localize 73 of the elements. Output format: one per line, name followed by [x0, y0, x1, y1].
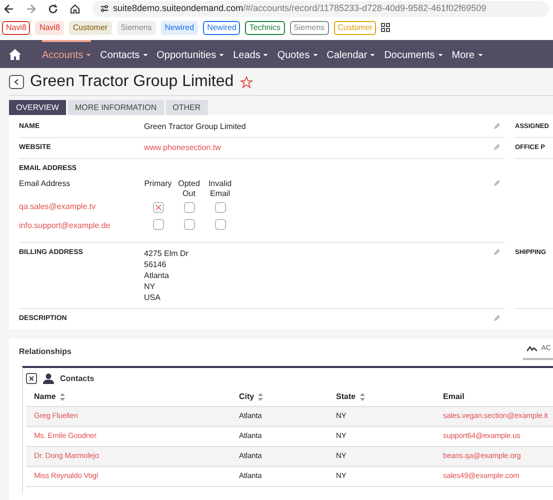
nav-menu-item[interactable]: Accounts: [42, 40, 92, 68]
column-header: Primary: [144, 179, 172, 189]
caret-icon: [438, 54, 443, 56]
tab[interactable]: OTHER: [166, 100, 208, 115]
panel-title: Relationships: [19, 346, 72, 358]
caret-icon: [219, 54, 224, 56]
checkbox[interactable]: [214, 202, 226, 213]
address-line: 56146: [144, 259, 168, 270]
checkbox[interactable]: [184, 202, 194, 213]
close-icon: [29, 376, 34, 381]
checkbox[interactable]: [152, 202, 164, 213]
bookmark-tag[interactable]: Newired: [203, 20, 240, 34]
nav-menu-item[interactable]: Calendar: [326, 40, 376, 68]
checkbox[interactable]: [214, 219, 226, 230]
apps-grid-icon[interactable]: [381, 23, 390, 32]
sort-icon[interactable]: [360, 393, 365, 401]
caret-icon: [370, 54, 376, 56]
bookmark-tag[interactable]: Navi8: [35, 20, 64, 34]
subpanel-title: Contacts: [60, 372, 94, 384]
edit-icon[interactable]: [493, 143, 500, 151]
bookmark-tag[interactable]: Siemens: [290, 20, 329, 34]
back-button[interactable]: [9, 75, 24, 89]
column-header: Email Address: [19, 179, 72, 189]
back-icon[interactable]: [4, 4, 14, 14]
caret-icon: [263, 54, 268, 56]
nav-menu-item[interactable]: Contacts: [100, 40, 148, 68]
column-header: Opted Out: [177, 179, 201, 199]
sort-icon[interactable]: [258, 393, 264, 401]
site-settings-icon[interactable]: [100, 4, 109, 13]
website-link[interactable]: www.phonesection.tw: [144, 143, 221, 152]
address-line: 4275 Elm Dr: [144, 248, 190, 259]
bookmark-tag[interactable]: Navi8: [2, 20, 30, 34]
bookmark-tag[interactable]: Newired: [160, 20, 198, 34]
edit-icon[interactable]: [493, 314, 500, 322]
caret-icon: [142, 54, 148, 56]
nav-menu-item[interactable]: Opportunities: [156, 40, 224, 68]
nav-menu-item[interactable]: Quotes: [277, 40, 318, 68]
email-link[interactable]: info.support@example.de: [19, 213, 144, 231]
bookmark-tag[interactable]: Siemens: [116, 20, 156, 34]
close-button[interactable]: [26, 373, 37, 384]
reload-icon[interactable]: [48, 4, 58, 14]
address-line: USA: [144, 292, 162, 303]
nav-menu-item[interactable]: More: [452, 40, 483, 68]
column-header[interactable]: State: [336, 391, 356, 403]
nav-menu-item[interactable]: Leads: [233, 40, 268, 68]
caret-icon: [86, 54, 92, 56]
edit-icon[interactable]: [493, 122, 500, 130]
chevron-left-icon: [14, 79, 19, 85]
bookmark-tag[interactable]: Customer: [68, 20, 112, 34]
home-icon[interactable]: [70, 4, 80, 14]
record-title: Green Tractor Group Limited: [30, 72, 234, 92]
column-header: Invalid Email: [207, 179, 233, 199]
star-icon[interactable]: [240, 76, 253, 88]
home-icon[interactable]: [9, 48, 21, 60]
address-line: Atlanta: [144, 270, 170, 281]
checkbox[interactable]: [152, 219, 164, 230]
caret-icon: [312, 54, 318, 56]
column-header[interactable]: City: [239, 391, 254, 403]
sort-icon[interactable]: [60, 393, 65, 401]
email-link[interactable]: qa.sales@example.tv: [19, 199, 144, 212]
caret-icon: [478, 54, 483, 56]
field-value: Green Tractor Group Limited: [144, 122, 246, 131]
nav-menu-item[interactable]: Documents: [384, 40, 443, 68]
column-header[interactable]: Email: [443, 391, 464, 403]
person-icon: [43, 373, 54, 384]
bookmark-tag[interactable]: Technics: [245, 20, 285, 34]
forward-icon[interactable]: [26, 4, 36, 14]
line-chart-icon: [527, 346, 538, 352]
tab[interactable]: OVERVIEW: [9, 100, 66, 115]
tab[interactable]: MORE INFORMATION: [68, 100, 164, 115]
checkbox[interactable]: [184, 219, 194, 230]
column-header[interactable]: Name: [34, 391, 56, 403]
address-line: NY: [144, 281, 156, 292]
